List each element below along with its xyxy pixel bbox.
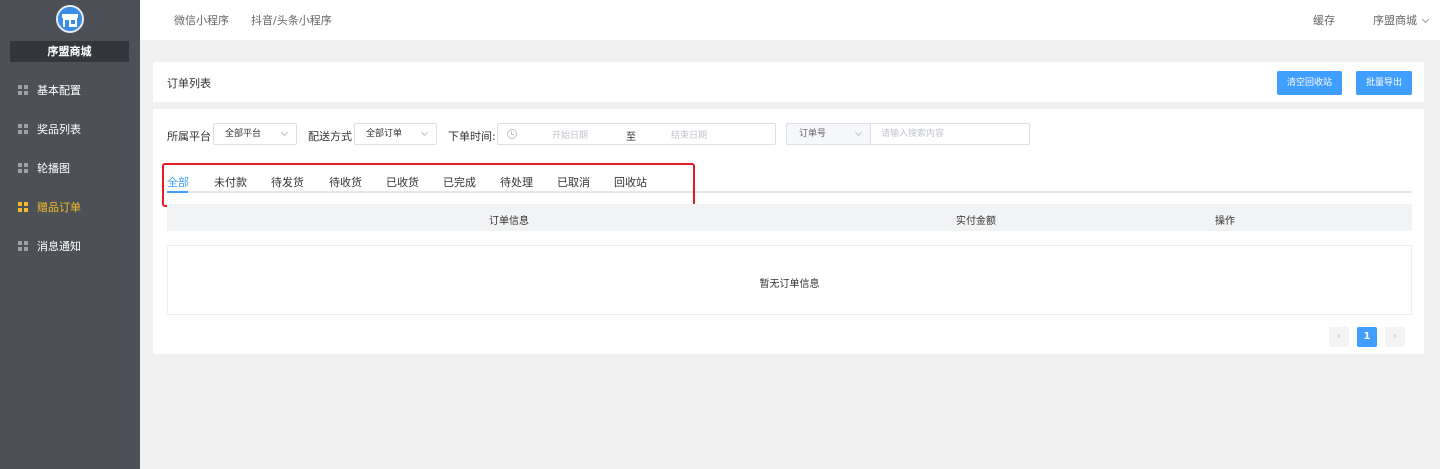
sidebar-item-label: 消息通知 <box>37 239 81 253</box>
active-tab-indicator <box>167 191 188 193</box>
column-header-order-info: 订单信息 <box>489 216 529 227</box>
top-bar: 微信小程序 抖音/头条小程序 缓存 序盟商城 <box>140 0 1440 40</box>
grid-icon <box>18 240 28 251</box>
clock-icon <box>507 129 517 139</box>
sidebar-item-basic-config[interactable]: 基本配置 <box>0 70 140 109</box>
status-tabs: 全部 未付款 待发货 待收货 已收货 已完成 待处理 已取消 回收站 <box>167 165 1412 193</box>
chevron-down-icon <box>280 128 289 137</box>
range-separator: 至 <box>626 132 636 143</box>
order-time-label: 下单时间: <box>448 130 496 143</box>
table-header: 订单信息 实付金额 操作 <box>167 204 1412 231</box>
next-page-button[interactable]: › <box>1385 327 1405 347</box>
prev-page-button[interactable]: ‹ <box>1329 327 1349 347</box>
grid-icon <box>18 123 28 134</box>
sidebar: 序盟商城 基本配置 奖品列表 轮播图 赠品订单 消息通知 <box>0 0 140 469</box>
sidebar-item-label: 赠品订单 <box>37 200 81 214</box>
tab-douyin-miniprogram[interactable]: 抖音/头条小程序 <box>251 12 332 28</box>
tab-unpaid[interactable]: 未付款 <box>214 174 247 190</box>
user-menu[interactable]: 序盟商城 <box>1373 12 1430 28</box>
tab-received[interactable]: 已收货 <box>386 174 419 190</box>
platform-value: 全部平台 <box>225 129 262 139</box>
delivery-label: 配送方式 <box>308 130 352 143</box>
end-date-input[interactable]: 结束日期 <box>671 128 707 141</box>
start-date-input[interactable]: 开始日期 <box>552 128 588 141</box>
tab-all[interactable]: 全部 <box>167 174 189 190</box>
tab-to-receive[interactable]: 待收货 <box>329 174 362 190</box>
header-card: 订单列表 清空回收站 批量导出 <box>153 62 1424 102</box>
sidebar-menu: 基本配置 奖品列表 轮播图 赠品订单 消息通知 <box>0 70 140 265</box>
search-field-select[interactable]: 订单号 <box>786 123 871 145</box>
search-input[interactable] <box>870 123 1030 145</box>
tab-to-ship[interactable]: 待发货 <box>271 174 304 190</box>
batch-export-button[interactable]: 批量导出 <box>1356 71 1412 95</box>
sidebar-item-label: 轮播图 <box>37 161 70 175</box>
tab-wechat-miniprogram[interactable]: 微信小程序 <box>174 12 229 28</box>
tab-recycle-bin[interactable]: 回收站 <box>614 174 647 190</box>
grid-icon <box>18 201 28 212</box>
sidebar-item-carousel[interactable]: 轮播图 <box>0 148 140 187</box>
page-title: 订单列表 <box>167 77 211 90</box>
chevron-down-icon <box>420 128 429 137</box>
shop-logo <box>56 5 84 33</box>
empty-state: 暂无订单信息 <box>167 245 1412 315</box>
delivery-select[interactable]: 全部订单 <box>354 123 437 145</box>
sidebar-item-label: 基本配置 <box>37 83 81 97</box>
shop-name: 序盟商城 <box>10 41 129 62</box>
sidebar-item-prize-list[interactable]: 奖品列表 <box>0 109 140 148</box>
cache-button[interactable]: 缓存 <box>1313 12 1335 28</box>
order-list-card: 所属平台 全部平台 配送方式 全部订单 下单时间: 开始日期 至 结束日期 订单… <box>153 109 1424 354</box>
sidebar-item-label: 奖品列表 <box>37 122 81 136</box>
empty-state-text: 暂无订单信息 <box>759 279 820 290</box>
store-icon <box>58 7 82 31</box>
tab-pending[interactable]: 待处理 <box>500 174 533 190</box>
tab-cancelled[interactable]: 已取消 <box>557 174 590 190</box>
tab-completed[interactable]: 已完成 <box>443 174 476 190</box>
column-header-paid-amount: 实付金额 <box>956 216 996 227</box>
column-header-actions: 操作 <box>1215 216 1235 227</box>
sidebar-item-gift-orders[interactable]: 赠品订单 <box>0 187 140 226</box>
chevron-down-icon <box>854 128 863 137</box>
grid-icon <box>18 162 28 173</box>
chevron-down-icon <box>1421 15 1430 24</box>
page-number-button[interactable]: 1 <box>1357 327 1377 347</box>
search-field-value: 订单号 <box>799 129 827 139</box>
delivery-value: 全部订单 <box>366 129 403 139</box>
grid-icon <box>18 84 28 95</box>
platform-label: 所属平台 <box>167 130 211 143</box>
date-range-picker[interactable]: 开始日期 至 结束日期 <box>497 123 776 145</box>
platform-select[interactable]: 全部平台 <box>213 123 297 145</box>
clear-recycle-button[interactable]: 清空回收站 <box>1277 71 1342 95</box>
sidebar-item-notifications[interactable]: 消息通知 <box>0 226 140 265</box>
user-name: 序盟商城 <box>1373 14 1417 27</box>
